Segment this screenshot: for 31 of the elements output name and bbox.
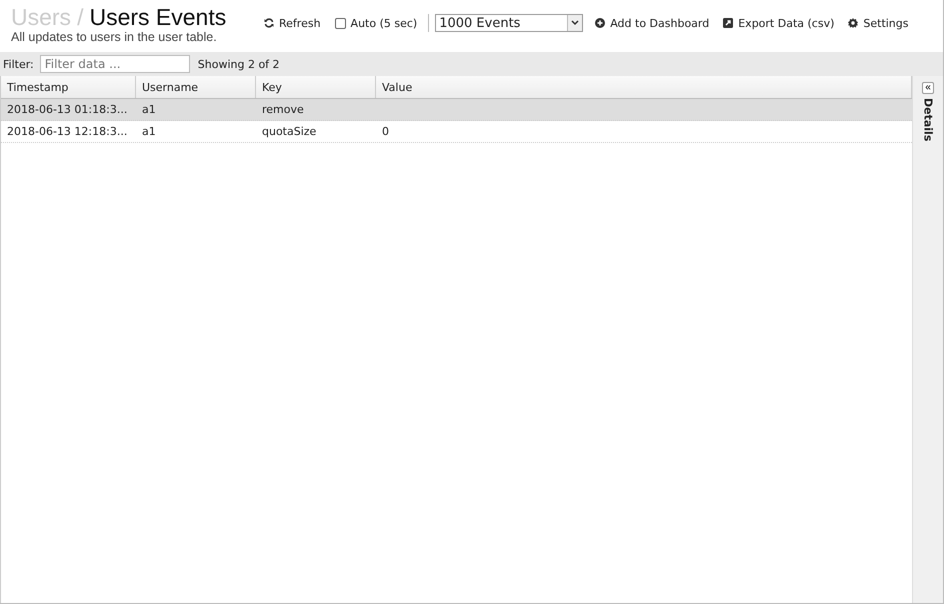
caret-icon <box>571 20 580 26</box>
filter-label: Filter: <box>3 58 34 70</box>
page-subtitle: All updates to users in the user table. <box>11 30 218 44</box>
table-cell: a1 <box>142 125 156 138</box>
settings-button[interactable]: Settings <box>843 16 914 30</box>
refresh-button[interactable]: Refresh <box>259 16 326 30</box>
settings-icon <box>848 18 858 28</box>
export-button[interactable]: Export Data (csv) <box>718 16 840 30</box>
table-row[interactable]: 2018-06-13 12:18:3... a1 quotaSize 0 <box>1 121 912 143</box>
table-cell: 2018-06-13 12:18:3... <box>7 125 128 138</box>
event-limit-dropdown[interactable]: 1000 Events <box>435 14 584 32</box>
filter-field[interactable]: Filter data ... <box>40 55 190 73</box>
add-to-dashboard-button[interactable]: Add to Dashboard <box>590 16 714 30</box>
table-cell: 0 <box>382 125 389 138</box>
export-icon <box>723 18 734 28</box>
expand-toggle-button[interactable]: « <box>922 82 934 94</box>
breadcrumb-separator: / <box>77 3 84 32</box>
table-cell: a1 <box>142 103 156 116</box>
table-row[interactable]: 2018-06-13 01:18:3... a1 remove <box>1 99 912 121</box>
page-title: Users Events <box>89 3 226 32</box>
table-cell: 2018-06-13 01:18:3... <box>7 103 128 116</box>
details-tab[interactable]: Details <box>922 98 934 142</box>
auto-refresh-checkbox[interactable]: Auto (5 sec) <box>330 16 422 30</box>
column-header[interactable]: Key <box>256 76 376 98</box>
plus-circle-icon <box>595 18 606 28</box>
table-cell: quotaSize <box>262 125 316 138</box>
refresh-icon <box>264 18 274 28</box>
column-header[interactable]: Timestamp <box>1 76 136 98</box>
row-count: Showing 2 of 2 <box>198 58 280 70</box>
table-cell: remove <box>262 103 304 116</box>
column-header[interactable]: Username <box>136 76 256 98</box>
